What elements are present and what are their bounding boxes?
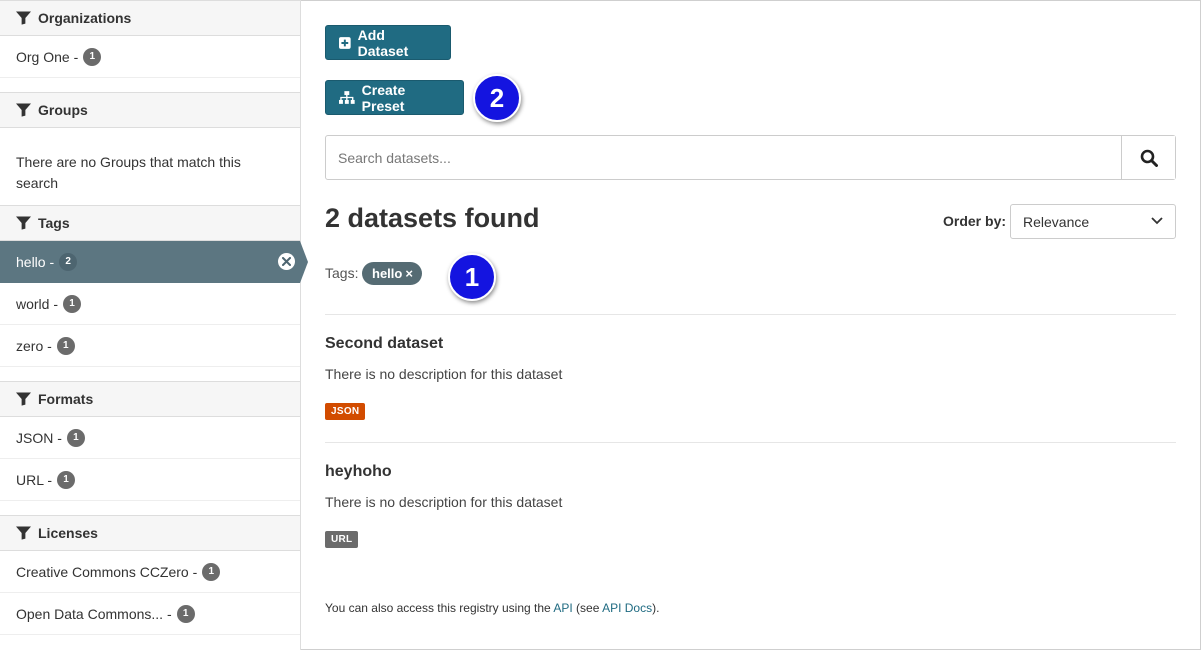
facet-item-tag-world[interactable]: world - 1	[0, 283, 300, 325]
create-preset-label: Create Preset	[361, 81, 406, 114]
active-filters-label: Tags:	[325, 265, 359, 281]
facet-heading-licenses: Licenses	[0, 515, 300, 551]
remove-filter-icon[interactable]	[278, 253, 295, 270]
search-input[interactable]	[326, 136, 1122, 179]
facet-item-tag-hello[interactable]: hello - 2	[0, 241, 308, 283]
search-bar	[325, 135, 1176, 180]
count-badge: 2	[59, 253, 78, 271]
api-link[interactable]: API	[553, 601, 572, 615]
search-button[interactable]	[1121, 136, 1175, 179]
facet-item-format-json[interactable]: JSON - 1	[0, 417, 300, 459]
filter-icon	[16, 216, 31, 230]
count-badge: 1	[63, 294, 82, 313]
empty-groups-message: There are no Groups that match this sear…	[16, 154, 241, 191]
active-tag-pill[interactable]: hello ×	[362, 262, 422, 285]
facet-heading-label: Groups	[38, 102, 88, 118]
count-badge: 1	[176, 604, 195, 623]
order-by-value: Relevance	[1023, 213, 1090, 230]
filter-icon	[16, 526, 31, 540]
facet-sidebar: Organizations Org One - 1 Groups There a…	[0, 0, 308, 650]
facet-heading-formats: Formats	[0, 381, 300, 417]
format-badge[interactable]: URL	[325, 531, 359, 548]
facet-heading-tags: Tags	[0, 205, 300, 241]
facet-heading-label: Tags	[38, 215, 70, 231]
api-docs-link[interactable]: API Docs	[602, 601, 652, 615]
plus-square-icon	[339, 36, 351, 49]
facet-item-tag-zero[interactable]: zero - 1	[0, 325, 300, 367]
callout-marker-2: 2	[473, 74, 521, 122]
api-note-middle: (see	[572, 601, 603, 615]
remove-tag-icon[interactable]: ×	[405, 266, 413, 281]
facet-item-label: Creative Commons CCZero -	[16, 563, 198, 580]
sitemap-icon	[339, 91, 355, 104]
chevron-down-icon	[1151, 217, 1163, 225]
order-by-select[interactable]: Relevance	[1010, 204, 1176, 239]
api-note-prefix: You can also access this registry using …	[325, 601, 554, 615]
facet-heading-label: Formats	[38, 391, 94, 407]
search-icon	[1140, 149, 1158, 167]
facet-item-license-cczero[interactable]: Creative Commons CCZero - 1	[0, 551, 300, 593]
facet-item-format-url[interactable]: URL - 1	[0, 459, 300, 501]
divider	[325, 314, 1176, 315]
count-badge: 1	[66, 428, 85, 447]
facet-item-label: zero -	[16, 337, 52, 354]
dataset-title-link[interactable]: Second dataset	[325, 335, 443, 353]
results-count-heading: 2 datasets found	[325, 203, 540, 233]
add-dataset-label: Add Dataset	[357, 26, 409, 59]
format-badge[interactable]: JSON	[325, 403, 366, 420]
facet-item-label: Org One -	[16, 48, 79, 65]
facet-heading-label: Organizations	[38, 10, 132, 26]
callout-marker-1: 1	[448, 253, 496, 301]
facet-heading-groups: Groups	[0, 92, 300, 128]
count-badge: 1	[202, 562, 221, 581]
facet-heading-organizations: Organizations	[0, 0, 300, 36]
facet-item-label: hello -	[16, 254, 55, 270]
count-badge: 1	[57, 470, 76, 489]
api-note-suffix: ).	[652, 601, 660, 615]
dataset-description: There is no description for this dataset	[325, 366, 563, 382]
create-preset-button[interactable]: Create Preset	[325, 80, 464, 115]
filter-icon	[16, 392, 31, 406]
facet-item-label: JSON -	[16, 429, 62, 446]
active-tag-label: hello	[372, 266, 403, 281]
facet-heading-label: Licenses	[38, 525, 98, 541]
divider	[325, 442, 1176, 443]
dataset-title-link[interactable]: heyhoho	[325, 463, 392, 481]
count-badge: 1	[56, 336, 75, 355]
order-by-label: Order by:	[943, 213, 1007, 229]
dataset-description: There is no description for this dataset	[325, 494, 563, 510]
count-badge: 1	[83, 47, 102, 66]
add-dataset-button[interactable]: Add Dataset	[325, 25, 451, 60]
facet-item-label: Open Data Commons... -	[16, 605, 172, 622]
facet-item-org-one[interactable]: Org One - 1	[0, 36, 300, 78]
facet-item-label: URL -	[16, 471, 53, 488]
filter-icon	[16, 103, 31, 117]
facet-item-license-odc[interactable]: Open Data Commons... - 1	[0, 593, 300, 635]
api-access-note: You can also access this registry using …	[325, 601, 659, 615]
filter-icon	[16, 11, 31, 25]
facet-item-label: world -	[16, 295, 59, 312]
